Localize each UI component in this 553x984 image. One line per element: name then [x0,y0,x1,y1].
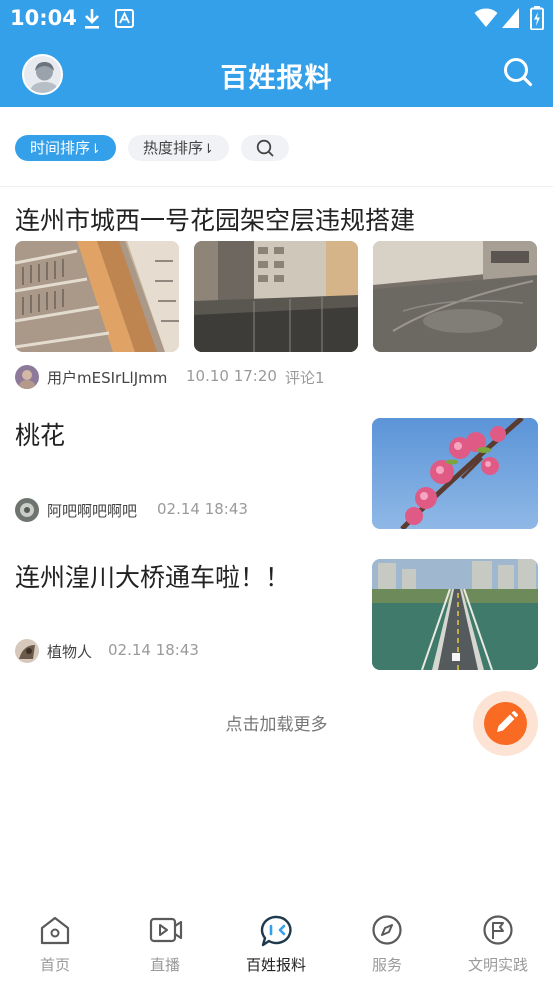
user-avatar[interactable] [15,365,39,389]
nav-tab-label: 服务 [371,956,402,974]
sort-filter-bar: 时间排序⇂ 热度排序⇂ [0,107,553,187]
post-title[interactable]: 桃花 [15,416,65,452]
nav-tab-label: 首页 [39,956,70,974]
toolbar: 百姓报料 [0,38,553,107]
post-image[interactable] [373,241,537,352]
post-author[interactable]: 阿吧啊吧啊吧 [47,500,137,521]
nav-tab-live[interactable]: 直播 [110,900,220,984]
post-image[interactable] [372,559,538,670]
live-video-icon [149,917,183,943]
post-meta: 阿吧啊吧啊吧 02.14 18:43 [15,498,345,522]
search-icon[interactable] [502,56,534,88]
post-title[interactable]: 连州市城西一号花园架空层违规搭建 [15,201,415,237]
wifi-icon [474,8,498,27]
nav-tab-label: 直播 [149,956,180,974]
post-time: 02.14 18:43 [157,500,248,518]
notification-a-icon [115,9,134,28]
nav-tab-service[interactable]: 服务 [332,900,442,984]
post-time: 10.10 17:20 [186,367,277,385]
time-sort-label: 时间排序 [30,139,91,157]
nav-tab-report[interactable]: 百姓报料 [221,900,331,984]
bottom-nav: 首页 直播 百姓报料 服务 文明实践 [0,900,553,984]
nav-tab-label: 文明实践 [467,956,528,974]
post-time: 02.14 18:43 [108,641,199,659]
compose-fab-inner [484,702,527,745]
nav-tab-home[interactable]: 首页 [0,900,110,984]
comment-count: 评论1 [285,369,325,387]
home-icon [40,916,70,945]
post-author[interactable]: 用户mESIrLlJmm [47,367,167,388]
filter-search-button[interactable] [241,135,289,161]
flag-badge-icon [483,915,513,945]
hot-sort-label: 热度排序 [143,139,204,157]
time-sort-chip[interactable]: 时间排序⇂ [15,135,116,161]
signal-icon [502,8,519,28]
hot-sort-chip[interactable]: 热度排序⇂ [128,135,229,161]
page-title: 百姓报料 [220,63,333,94]
search-icon [256,139,274,157]
compass-icon [372,915,402,945]
post-meta: 用户mESIrLlJmm 10.10 17:20 评论1 [15,365,345,389]
sort-arrow-icon: ⇂ [203,142,214,157]
nav-tab-civilization[interactable]: 文明实践 [443,900,553,984]
post-author[interactable]: 植物人 [47,641,92,662]
sort-arrow-icon: ⇂ [90,142,101,157]
user-avatar[interactable] [15,498,39,522]
chat-bubble-icon [260,915,292,947]
pencil-icon [497,711,518,732]
status-bar: 10:04 [0,0,553,38]
post-image[interactable] [372,418,538,529]
download-icon [85,9,99,29]
compose-fab[interactable] [473,691,538,756]
post-image[interactable] [15,241,179,352]
post-image[interactable] [194,241,358,352]
app-bar: 10:04 百姓报料 [0,0,553,107]
battery-icon [530,6,544,30]
user-avatar[interactable] [15,639,39,663]
post-meta: 植物人 02.14 18:43 [15,639,345,663]
status-time: 10:04 [10,6,77,30]
nav-tab-label: 百姓报料 [245,956,306,974]
load-more-button[interactable]: 点击加载更多 [0,710,553,735]
post-title[interactable]: 连州湟川大桥通车啦！！ [15,558,290,594]
